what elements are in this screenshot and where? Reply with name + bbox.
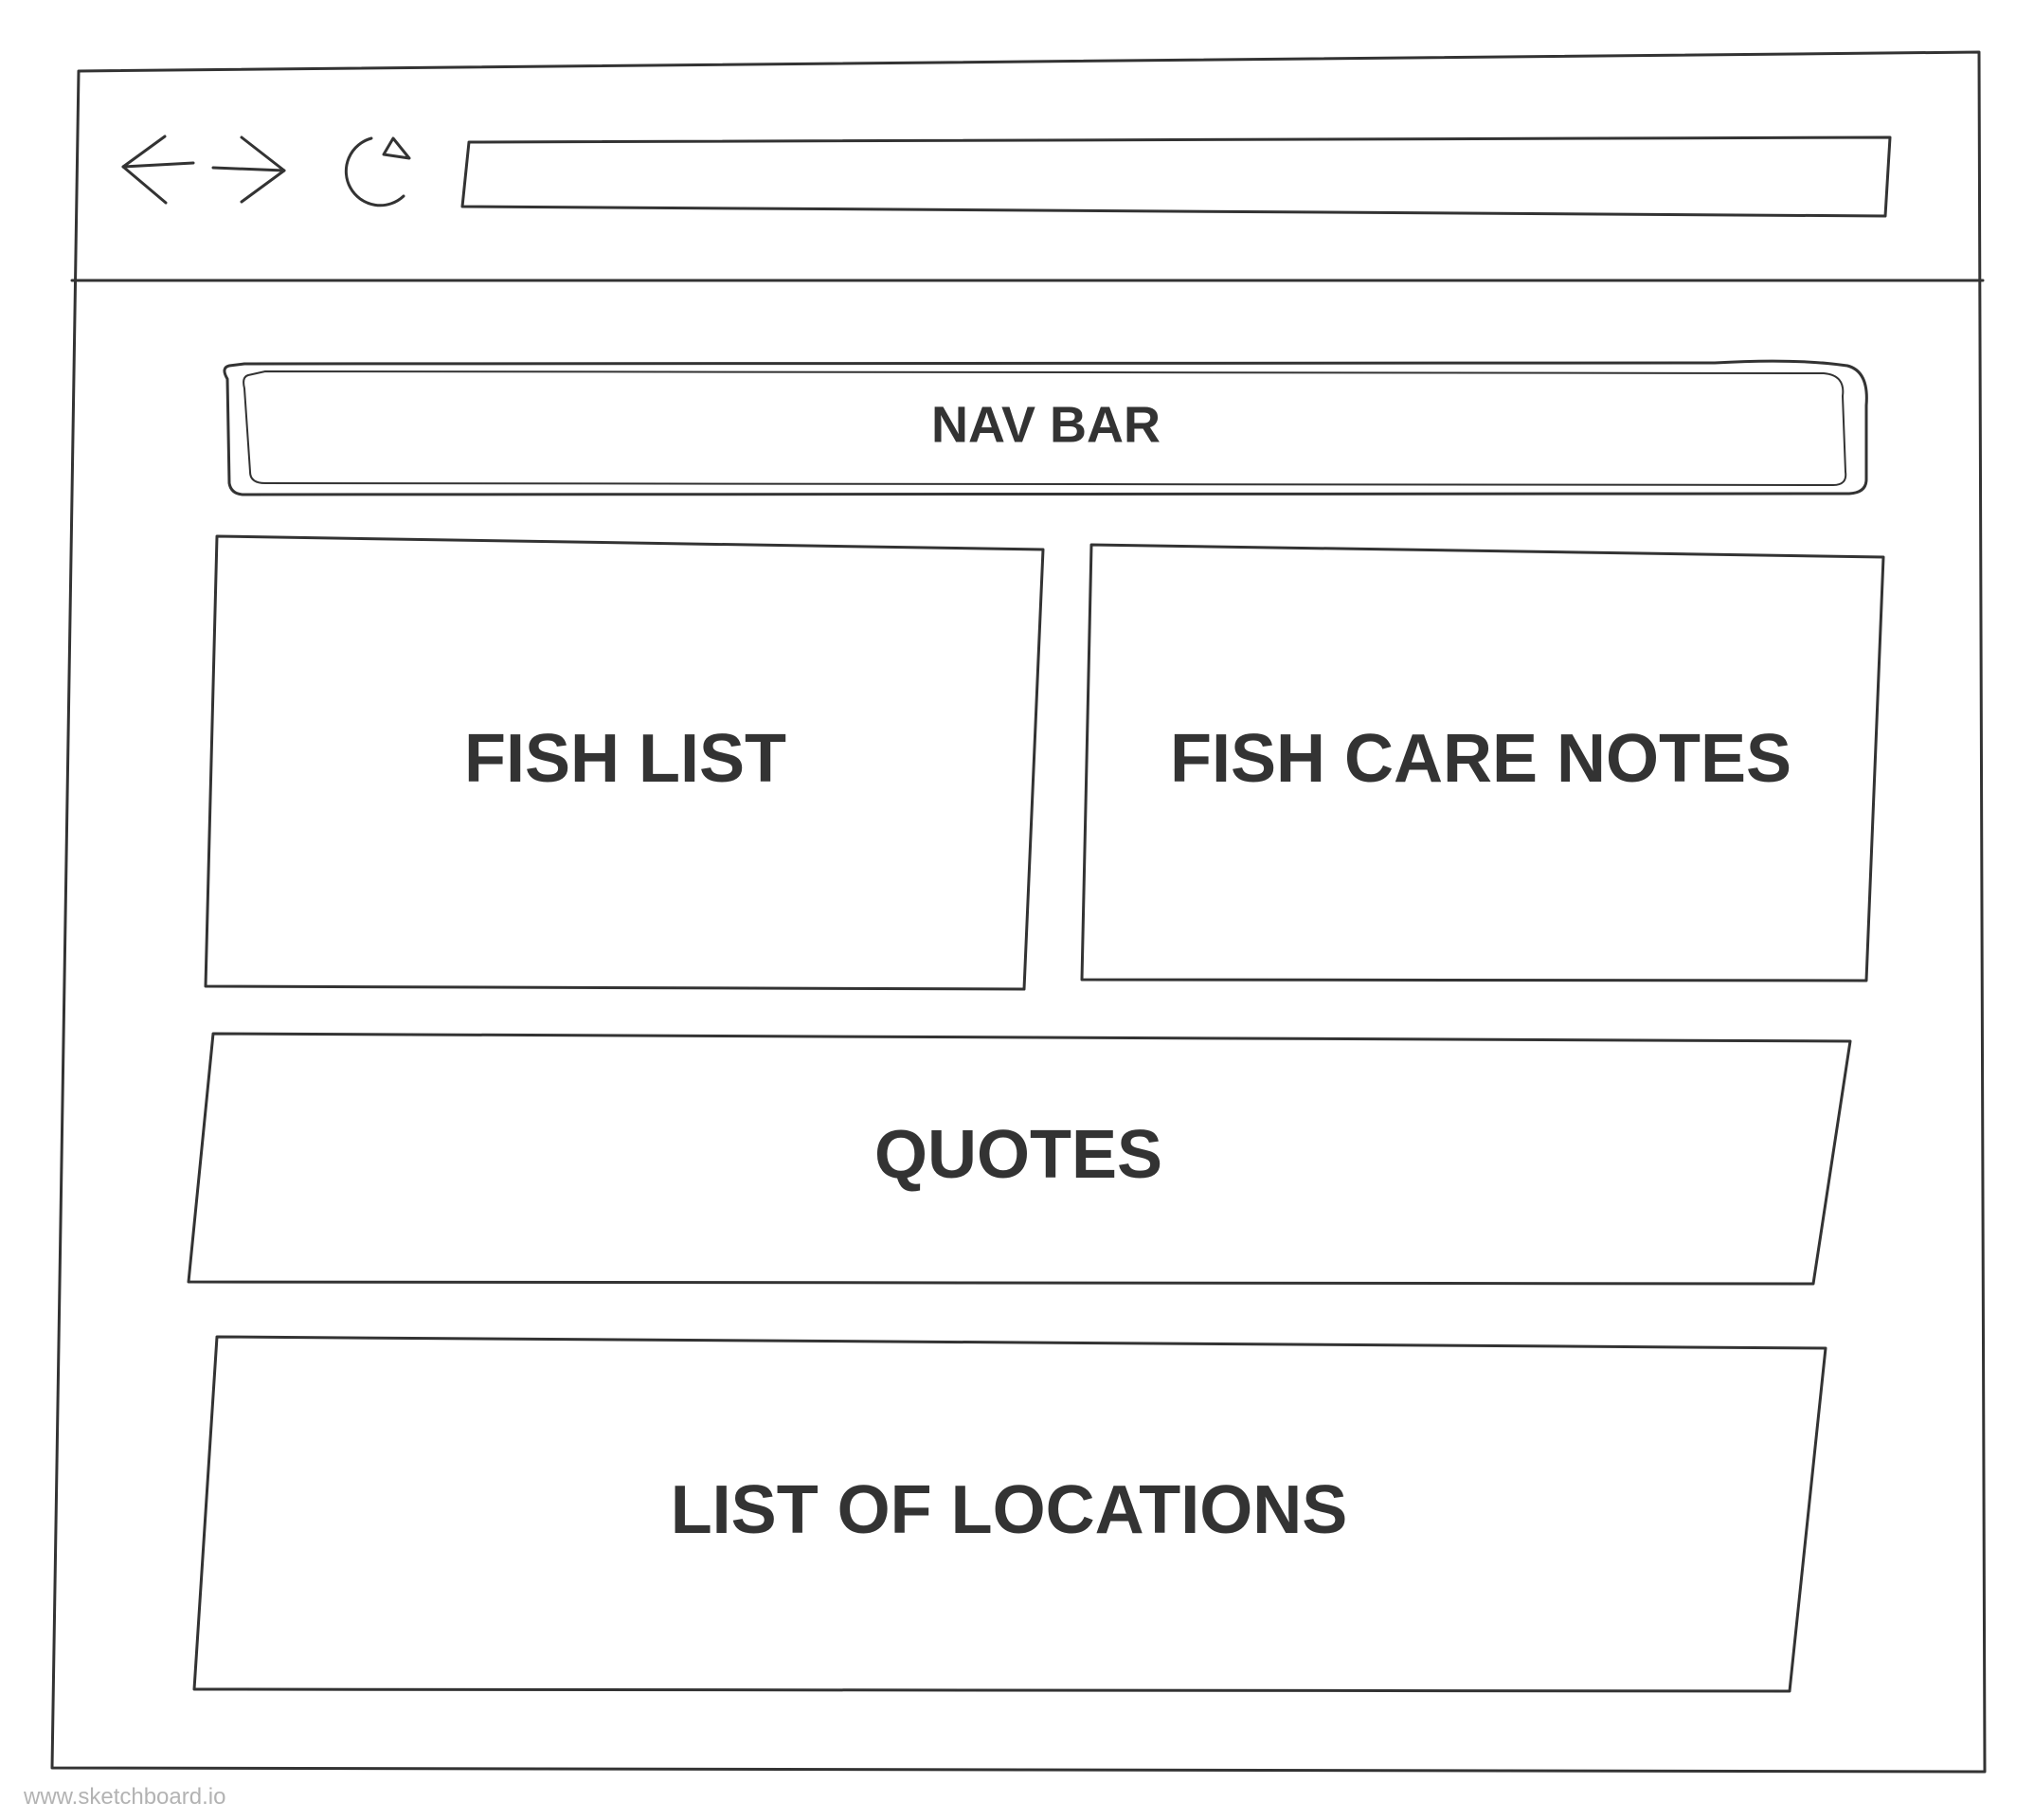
forward-button[interactable]: [211, 135, 286, 204]
watermark: www.sketchboard.io: [23, 1784, 225, 1810]
list-of-locations-panel[interactable]: LIST OF LOCATIONS: [192, 1335, 1827, 1693]
address-bar-outline: [460, 135, 1892, 218]
reload-button[interactable]: [344, 136, 411, 207]
nav-bar-label: NAV BAR: [931, 396, 1161, 453]
quotes-label: QUOTES: [874, 1117, 1162, 1193]
list-of-locations-label: LIST OF LOCATIONS: [671, 1472, 1348, 1548]
arrow-left-icon: [121, 135, 195, 205]
fish-list-label: FISH LIST: [464, 721, 786, 797]
nav-bar[interactable]: NAV BAR: [223, 359, 1868, 496]
wireframe-sketch: NAV BAR FISH LIST FISH CARE NOTES QUOTES…: [23, 50, 1987, 1810]
back-button[interactable]: [121, 135, 195, 205]
address-bar[interactable]: [460, 135, 1892, 218]
arrow-right-icon: [211, 135, 286, 204]
fish-care-notes-panel[interactable]: FISH CARE NOTES: [1080, 543, 1885, 982]
quotes-panel[interactable]: QUOTES: [187, 1032, 1852, 1286]
fish-list-panel[interactable]: FISH LIST: [204, 534, 1045, 991]
reload-icon: [344, 136, 411, 207]
fish-care-notes-label: FISH CARE NOTES: [1170, 721, 1791, 797]
